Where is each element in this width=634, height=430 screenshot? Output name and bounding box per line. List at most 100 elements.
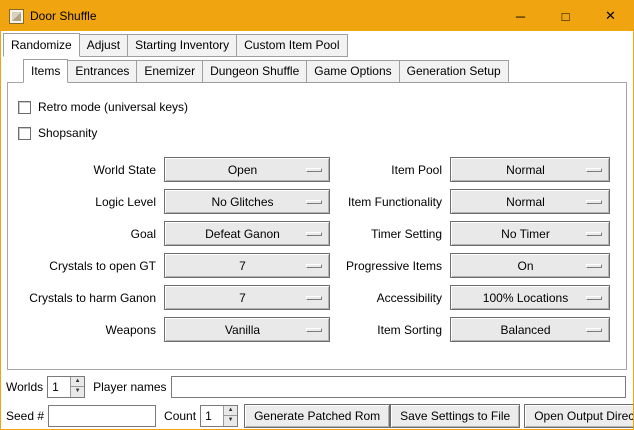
progressive-items-value: On — [451, 259, 586, 273]
item-pool-label: Item Pool — [338, 163, 442, 177]
close-icon: ✕ — [605, 8, 616, 24]
player-names-label: Player names — [93, 380, 166, 394]
weapons-dropdown[interactable]: Vanilla — [164, 317, 330, 342]
tab-adjust[interactable]: Adjust — [79, 34, 128, 57]
main-tab-bar: Randomize Adjust Starting Inventory Cust… — [3, 34, 633, 57]
checkbox-icon — [18, 127, 31, 140]
spinner-buttons: ▲ ▼ — [223, 406, 237, 426]
count-spin-down-icon[interactable]: ▼ — [224, 416, 237, 426]
worlds-row: Worlds 1 ▲ ▼ Player names — [6, 374, 628, 399]
titlebar: Door Shuffle ─ □ ✕ — [1, 1, 633, 31]
crystals-harm-ganon-value: 7 — [165, 291, 306, 305]
count-label: Count — [164, 409, 196, 423]
save-settings-button[interactable]: Save Settings to File — [390, 404, 520, 428]
dropdown-indicator-icon — [306, 232, 322, 236]
dropdown-indicator-icon — [586, 328, 602, 332]
shopsanity-label: Shopsanity — [38, 126, 97, 140]
crystals-open-gt-label: Crystals to open GT — [16, 259, 156, 273]
dropdown-indicator-icon — [586, 232, 602, 236]
dropdown-indicator-icon — [306, 328, 322, 332]
options-grid: World State Open Item Pool Normal Logic … — [16, 157, 610, 342]
tab-enemizer[interactable]: Enemizer — [136, 60, 203, 83]
close-button[interactable]: ✕ — [588, 1, 633, 31]
tab-game-options[interactable]: Game Options — [306, 60, 399, 83]
maximize-icon: □ — [562, 9, 570, 24]
worlds-label: Worlds — [6, 380, 43, 394]
dropdown-indicator-icon — [586, 264, 602, 268]
dropdown-indicator-icon — [306, 264, 322, 268]
accessibility-dropdown[interactable]: 100% Locations — [450, 285, 610, 310]
progressive-items-label: Progressive Items — [338, 259, 442, 273]
worlds-spin-down-icon[interactable]: ▼ — [71, 387, 84, 397]
tab-dungeon-shuffle[interactable]: Dungeon Shuffle — [202, 60, 307, 83]
retro-mode-label: Retro mode (universal keys) — [38, 100, 188, 114]
goal-label: Goal — [16, 227, 156, 241]
item-sorting-value: Balanced — [451, 323, 586, 337]
dropdown-indicator-icon — [306, 168, 322, 172]
item-sorting-dropdown[interactable]: Balanced — [450, 317, 610, 342]
goal-value: Defeat Ganon — [165, 227, 306, 241]
maximize-button[interactable]: □ — [543, 1, 588, 31]
app-icon — [9, 9, 24, 24]
progressive-items-dropdown[interactable]: On — [450, 253, 610, 278]
tab-randomize[interactable]: Randomize — [3, 33, 80, 57]
logic-level-dropdown[interactable]: No Glitches — [164, 189, 330, 214]
checkbox-icon — [18, 101, 31, 114]
crystals-open-gt-dropdown[interactable]: 7 — [164, 253, 330, 278]
worlds-spin-up-icon[interactable]: ▲ — [71, 377, 84, 388]
sub-tab-bar: Items Entrances Enemizer Dungeon Shuffle… — [23, 60, 633, 83]
item-pool-dropdown[interactable]: Normal — [450, 157, 610, 182]
tab-entrances[interactable]: Entrances — [67, 60, 137, 83]
goal-dropdown[interactable]: Defeat Ganon — [164, 221, 330, 246]
weapons-label: Weapons — [16, 323, 156, 337]
dropdown-indicator-icon — [586, 296, 602, 300]
item-functionality-label: Item Functionality — [338, 195, 442, 209]
worlds-value: 1 — [48, 377, 70, 397]
weapons-value: Vanilla — [165, 323, 306, 337]
world-state-label: World State — [16, 163, 156, 177]
minimize-button[interactable]: ─ — [498, 1, 543, 31]
door-shuffle-window: Door Shuffle ─ □ ✕ Randomize Adjust Star… — [0, 0, 634, 430]
dropdown-indicator-icon — [586, 168, 602, 172]
minimize-icon: ─ — [516, 9, 525, 24]
shopsanity-checkbox[interactable]: Shopsanity — [18, 123, 626, 143]
retro-mode-checkbox[interactable]: Retro mode (universal keys) — [18, 97, 626, 117]
player-names-input[interactable] — [171, 376, 627, 398]
seed-input[interactable] — [48, 405, 156, 427]
logic-level-label: Logic Level — [16, 195, 156, 209]
items-panel: Retro mode (universal keys) Shopsanity W… — [7, 82, 627, 370]
count-value: 1 — [201, 406, 223, 426]
window-title: Door Shuffle — [30, 9, 97, 23]
spinner-buttons: ▲ ▼ — [70, 377, 84, 397]
dropdown-indicator-icon — [586, 200, 602, 204]
count-spinner[interactable]: 1 ▲ ▼ — [200, 405, 238, 427]
accessibility-label: Accessibility — [338, 291, 442, 305]
dropdown-indicator-icon — [306, 200, 322, 204]
timer-setting-value: No Timer — [451, 227, 586, 241]
tab-custom-item-pool[interactable]: Custom Item Pool — [236, 34, 347, 57]
tab-items[interactable]: Items — [23, 59, 68, 83]
tab-generation-setup[interactable]: Generation Setup — [399, 60, 509, 83]
crystals-harm-ganon-dropdown[interactable]: 7 — [164, 285, 330, 310]
crystals-open-gt-value: 7 — [165, 259, 306, 273]
open-output-directory-button[interactable]: Open Output Directory — [524, 404, 634, 428]
accessibility-value: 100% Locations — [451, 291, 586, 305]
count-spin-up-icon[interactable]: ▲ — [224, 406, 237, 417]
dropdown-indicator-icon — [306, 296, 322, 300]
crystals-harm-ganon-label: Crystals to harm Ganon — [16, 291, 156, 305]
window-controls: ─ □ ✕ — [498, 1, 633, 31]
world-state-value: Open — [165, 163, 306, 177]
world-state-dropdown[interactable]: Open — [164, 157, 330, 182]
item-sorting-label: Item Sorting — [338, 323, 442, 337]
bottom-controls: Worlds 1 ▲ ▼ Player names Seed # Count 1… — [1, 370, 633, 430]
timer-setting-dropdown[interactable]: No Timer — [450, 221, 610, 246]
item-functionality-dropdown[interactable]: Normal — [450, 189, 610, 214]
seed-label: Seed # — [6, 409, 44, 423]
tab-starting-inventory[interactable]: Starting Inventory — [127, 34, 237, 57]
worlds-spinner[interactable]: 1 ▲ ▼ — [47, 376, 85, 398]
timer-setting-label: Timer Setting — [338, 227, 442, 241]
logic-level-value: No Glitches — [165, 195, 306, 209]
seed-row: Seed # Count 1 ▲ ▼ Generate Patched Rom … — [6, 403, 628, 428]
item-pool-value: Normal — [451, 163, 586, 177]
generate-patched-rom-button[interactable]: Generate Patched Rom — [244, 404, 390, 428]
